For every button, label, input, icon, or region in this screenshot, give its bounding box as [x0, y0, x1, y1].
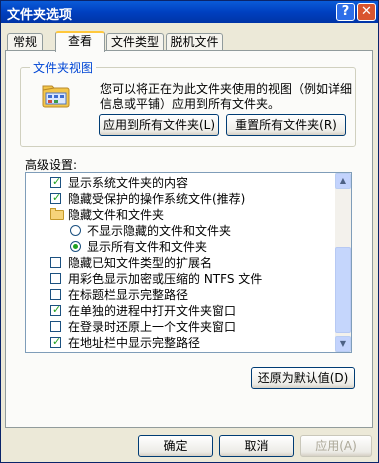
scroll-thumb[interactable] — [335, 247, 351, 333]
restore-defaults-button[interactable]: 还原为默认值(D) — [251, 367, 355, 389]
window-title: 文件夹选项 — [7, 8, 73, 23]
close-button[interactable]: ✕ — [357, 3, 376, 21]
cancel-button[interactable]: 取消 — [219, 435, 294, 457]
checkbox[interactable]: ✓ — [50, 175, 62, 188]
title-bar[interactable]: 文件夹选项 ? ✕ — [1, 1, 378, 23]
scroll-up-arrow-icon[interactable]: ▲ — [335, 173, 351, 189]
folder-views-title: 文件夹视图 — [30, 59, 97, 76]
checkbox[interactable]: ✓ — [50, 303, 62, 316]
check-mark-icon: ✓ — [52, 335, 62, 348]
check-mark-icon: ✓ — [52, 175, 62, 188]
checkbox[interactable] — [50, 257, 61, 268]
checkbox[interactable] — [50, 289, 61, 300]
ok-button[interactable]: 确定 — [138, 435, 213, 457]
scroll-down-arrow-icon[interactable]: ▼ — [335, 336, 351, 352]
list-item-label: 隐藏文件和文件夹 — [68, 208, 165, 222]
check-mark-icon: ✓ — [52, 191, 62, 204]
list-item-label: 在登录时还原上一个文件夹窗口 — [68, 320, 237, 334]
advanced-settings-list[interactable]: ✓ 显示系统文件夹的内容 ✓ 隐藏受保护的操作系统文件(推荐) 隐藏文件和文件夹… — [25, 172, 352, 353]
list-item-label: 在地址栏中显示完整路径 — [68, 336, 201, 350]
folder-views-description: 您可以将正在为此文件夹使用的视图（例如详细信息或平铺）应用到所有文件夹。 — [100, 82, 353, 111]
list-item-label: 在单独的进程中打开文件夹窗口 — [68, 304, 237, 318]
tab-general[interactable]: 常规 — [7, 33, 43, 51]
tab-view[interactable]: 查看 — [55, 31, 105, 52]
list-item-label: 显示系统文件夹的内容 — [68, 176, 189, 190]
check-mark-icon: ✓ — [52, 303, 62, 316]
list-item-label: 隐藏受保护的操作系统文件(推荐) — [68, 192, 246, 206]
checkbox[interactable]: ✓ — [50, 335, 62, 348]
checkbox[interactable]: ✓ — [50, 191, 62, 204]
folder-icon — [50, 208, 64, 220]
list-item-label: 用彩色显示加密或压缩的 NTFS 文件 — [68, 272, 263, 286]
tab-offline-files[interactable]: 脱机文件 — [166, 33, 223, 51]
tab-file-types[interactable]: 文件类型 — [106, 33, 164, 51]
radio-button[interactable] — [70, 225, 81, 236]
apply-to-all-folders-button[interactable]: 应用到所有文件夹(L) — [99, 114, 219, 136]
checkbox[interactable] — [50, 273, 61, 284]
radio-button[interactable] — [70, 241, 81, 252]
apply-button[interactable]: 应用(A) — [300, 435, 372, 457]
list-item-label: 不显示隐藏的文件和文件夹 — [87, 224, 232, 238]
help-button[interactable]: ? — [336, 3, 355, 21]
list-item-label: 显示所有文件和文件夹 — [87, 240, 208, 254]
reset-all-folders-button[interactable]: 重置所有文件夹(R) — [226, 114, 346, 136]
folder-options-dialog: 文件夹选项 ? ✕ 常规 查看 文件类型 脱机文件 文件夹视图 您可以将正在为此… — [0, 0, 379, 463]
radio-dot-icon — [73, 244, 78, 249]
scrollbar[interactable]: ▲ ▼ — [335, 173, 351, 352]
checkbox[interactable] — [50, 321, 61, 332]
advanced-settings-label: 高级设置: — [25, 158, 78, 172]
list-item-label: 在标题栏显示完整路径 — [68, 288, 189, 302]
list-item-label: 隐藏已知文件类型的扩展名 — [68, 256, 213, 270]
folder-view-icon — [42, 85, 70, 108]
